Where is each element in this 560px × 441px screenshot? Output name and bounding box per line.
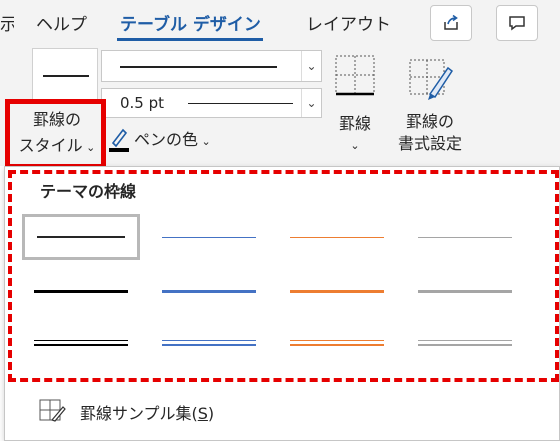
comment-icon	[509, 16, 525, 31]
border-style-option[interactable]	[150, 320, 268, 366]
active-tab-indicator	[117, 38, 263, 41]
borders-button[interactable]: 罫線 ⌄	[330, 50, 380, 156]
border-style-option[interactable]	[278, 320, 396, 366]
border-sampler-menu-item[interactable]: 罫線サンプル集(S)	[80, 400, 214, 424]
border-style-option[interactable]	[278, 214, 396, 260]
border-style-option[interactable]	[22, 268, 140, 314]
border-style-option[interactable]	[406, 320, 524, 366]
chevron-down-icon[interactable]: ⌄	[301, 51, 321, 81]
border-sampler-label: 罫線サンプル集(	[80, 404, 198, 423]
border-painter-icon	[409, 59, 454, 100]
highlight-box	[5, 99, 106, 169]
chevron-down-icon: ⌄	[198, 135, 211, 148]
pen-weight-value: 0.5 pt	[120, 94, 165, 112]
pen-color-button[interactable]: ペンの色 ⌄	[134, 128, 211, 154]
border-painter-label-line2: 書式設定	[397, 134, 462, 153]
pen-style-preview[interactable]	[32, 48, 98, 100]
border-style-option[interactable]	[22, 214, 140, 260]
tab-cut-off[interactable]: 示	[0, 10, 14, 35]
border-style-option[interactable]	[150, 268, 268, 314]
border-style-option[interactable]	[406, 268, 524, 314]
pen-color-label: ペンの色	[134, 130, 199, 149]
share-icon	[444, 14, 458, 30]
tab-help[interactable]: ヘルプ	[36, 10, 87, 35]
border-style-option[interactable]	[150, 214, 268, 260]
tab-table-design[interactable]: テーブル デザイン	[120, 10, 261, 35]
borders-grid-icon	[335, 55, 375, 96]
pen-style-combo[interactable]: ⌄	[101, 50, 322, 82]
theme-borders-heading: テーマの枠線	[40, 182, 137, 201]
border-sample-icon	[39, 399, 66, 422]
share-button[interactable]	[430, 5, 472, 41]
pen-weight-combo[interactable]: 0.5 pt ⌄	[101, 88, 322, 118]
pen-icon	[109, 128, 129, 152]
border-style-option[interactable]	[278, 268, 396, 314]
border-sampler-label-close: )	[207, 404, 215, 423]
tab-layout[interactable]: レイアウト	[306, 10, 391, 35]
border-painter-button[interactable]: 罫線の 書式設定	[388, 50, 472, 156]
border-style-option[interactable]	[22, 320, 140, 366]
border-style-option[interactable]	[406, 214, 524, 260]
comments-button[interactable]	[496, 5, 538, 41]
border-sampler-access-key: S	[197, 404, 208, 423]
chevron-down-icon[interactable]: ⌄	[301, 89, 321, 117]
borders-label: 罫線	[338, 114, 371, 133]
chevron-down-icon: ⌄	[350, 139, 360, 152]
border-painter-label-line1: 罫線の	[405, 112, 454, 131]
